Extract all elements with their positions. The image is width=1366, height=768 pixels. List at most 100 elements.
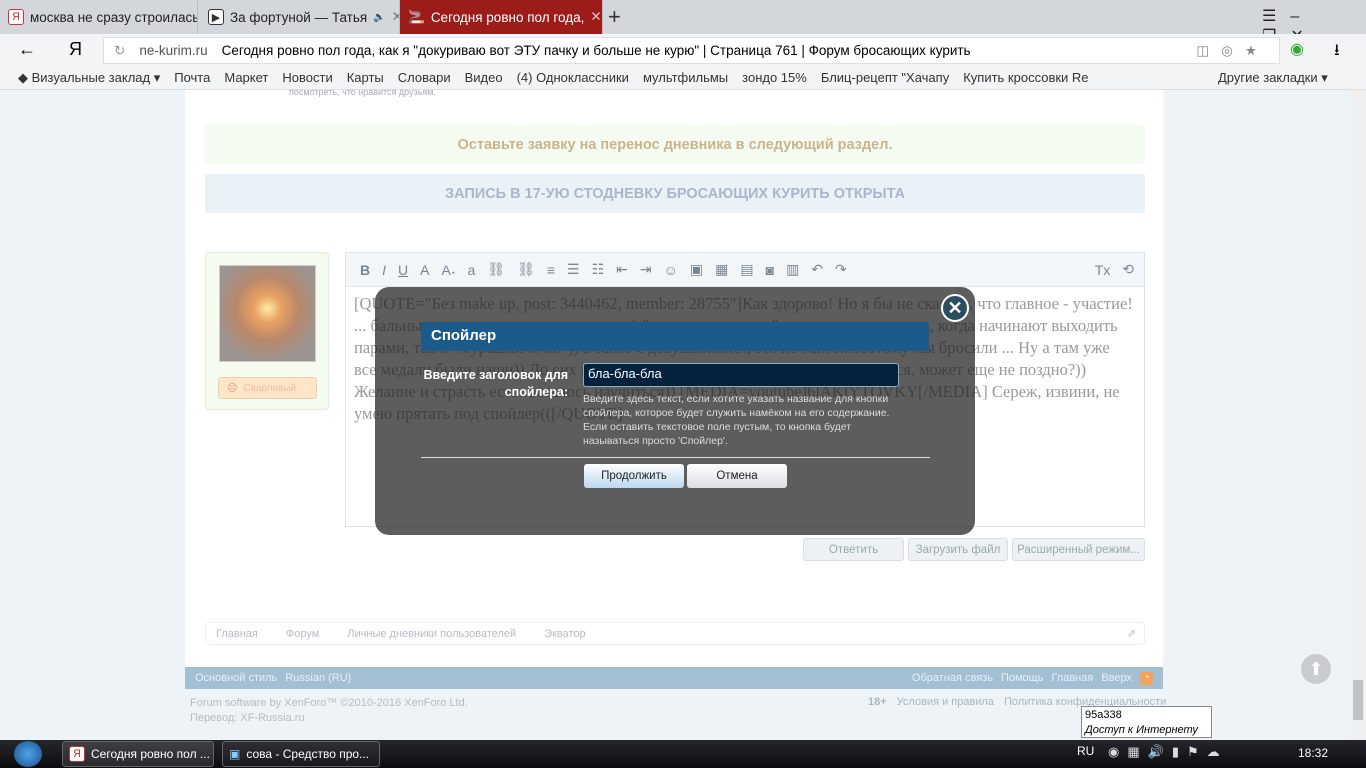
camera-icon[interactable]: ◙ — [766, 262, 774, 278]
star-icon[interactable]: ◫◎★ — [1196, 43, 1269, 59]
link-icon[interactable]: ⛓ — [487, 261, 505, 278]
bookmark[interactable]: (4) Одноклассники — [517, 70, 629, 85]
toggle-bbcode-icon[interactable]: ⟲ — [1122, 261, 1134, 278]
tab-label: Сегодня ровно пол года, — [430, 9, 585, 25]
rss-icon[interactable]: ◔ — [1140, 671, 1153, 685]
notice-signup[interactable]: ЗАПИСЬ В 17-УЮ СТОДНЕВКУ БРОСАЮЩИХ КУРИТ… — [205, 174, 1145, 213]
footer-link[interactable]: Главная — [1051, 672, 1093, 684]
network-tooltip: 95a338 Доступ к Интернету — [1081, 706, 1212, 738]
tab-moskva[interactable]: Ямосква не сразу строилась — [0, 0, 198, 34]
align-icon[interactable]: ≡ — [547, 262, 555, 278]
notice-transfer[interactable]: Оставьте заявку на перенос дневника в сл… — [205, 125, 1145, 164]
clear-format-icon[interactable]: Tx — [1095, 262, 1111, 278]
bookmark[interactable]: Словари — [398, 70, 451, 85]
bookmark[interactable]: ◆ Визуальные заклад ▾ — [18, 70, 160, 86]
close-icon[interactable]: ✕ — [941, 294, 969, 322]
language-chooser[interactable]: Russian (RU) — [285, 672, 351, 684]
tab-label: москва не сразу строилась — [30, 9, 198, 25]
breadcrumb-item[interactable]: Экватор — [544, 628, 585, 640]
back-icon[interactable]: ← — [18, 39, 36, 60]
protect-icon[interactable]: ◉ — [1290, 39, 1304, 59]
bookmark[interactable]: Блиц-рецепт "Хачапу — [821, 70, 949, 85]
breadcrumb: Главная Форум Личные дневники пользовате… — [205, 622, 1145, 645]
font-family-icon[interactable]: a — [467, 262, 475, 278]
reply-button[interactable]: Ответить — [803, 538, 904, 561]
media-icon[interactable]: ▦ — [715, 261, 728, 278]
fragment-text: посмотреть, что нравится друзьям. — [289, 87, 436, 97]
breadcrumb-item[interactable]: Форум — [286, 628, 319, 640]
bookmark[interactable]: Карты — [347, 70, 384, 85]
bookmarks-bar: ◆ Визуальные заклад ▾ Почта Маркет Новос… — [0, 66, 1366, 90]
tab-active[interactable]: 🚬 Сегодня ровно пол года, ✕ — [400, 0, 603, 34]
language-indicator[interactable]: RU — [1077, 744, 1094, 758]
smiley-icon[interactable]: ☺ — [664, 262, 678, 278]
font-size-icon[interactable]: A˖ — [441, 262, 455, 278]
redo-icon[interactable]: ↷ — [835, 261, 847, 278]
numbering-icon[interactable]: ☷ — [592, 261, 605, 278]
taskbar-item-snipping[interactable]: ▣ сова - Средство про... — [222, 741, 380, 767]
footer-bar: Основной стиль Russian (RU) Обратная свя… — [185, 667, 1163, 689]
close-tab-icon[interactable]: ✕ — [590, 9, 601, 25]
continue-button[interactable]: Продолжить — [584, 464, 684, 488]
terms-link[interactable]: Условия и правила — [897, 696, 994, 708]
snipping-tool-icon: ▣ — [229, 747, 241, 761]
breadcrumb-item[interactable]: Личные дневники пользователей — [347, 628, 516, 640]
address-bar[interactable]: ↻ ne-kurim.ru Сегодня ровно пол года, ка… — [103, 37, 1280, 64]
style-chooser[interactable]: Основной стиль — [195, 672, 277, 684]
unlink-icon[interactable]: ⛓ — [517, 261, 535, 278]
bullets-icon[interactable]: ☰ — [567, 261, 580, 278]
user-info: ☹ Сварливый — [205, 252, 329, 410]
download-icon[interactable]: ⭳ — [1334, 39, 1340, 66]
bookmark[interactable]: зондо 15% — [742, 70, 807, 85]
new-tab-button[interactable]: + — [608, 4, 621, 30]
italic-icon[interactable]: I — [382, 262, 386, 278]
avatar[interactable] — [219, 265, 316, 362]
editor-text[interactable]: [QUOTE="Без make up, post: 3440462, memb… — [346, 287, 1144, 431]
page-title: Сегодня ровно пол года, как я "докуриваю… — [221, 43, 971, 58]
scroll-top-icon[interactable]: ⬆ — [1301, 654, 1331, 684]
play-icon: ▶ — [208, 9, 224, 25]
outdent-icon[interactable]: ⇤ — [616, 261, 628, 278]
clock[interactable]: 18:32 — [1298, 746, 1328, 760]
cancel-button[interactable]: Отмена — [687, 464, 787, 488]
spoiler-title-input[interactable]: бла-бла-бла — [583, 363, 899, 387]
footer-link[interactable]: Обратная связь — [912, 672, 993, 684]
indent-icon[interactable]: ⇥ — [640, 261, 652, 278]
bookmark[interactable]: Видео — [465, 70, 503, 85]
footer-link[interactable]: Помощь — [1001, 672, 1044, 684]
bookmark[interactable]: Новости — [282, 70, 332, 85]
yandex-logo[interactable]: Я — [69, 39, 82, 60]
save-icon[interactable]: ▥ — [786, 261, 799, 278]
bookmark[interactable]: мультфильмы — [643, 70, 728, 85]
bookmark[interactable]: Маркет — [224, 70, 268, 85]
other-bookmarks[interactable]: Другие закладки ▾ — [1218, 70, 1328, 86]
scrollbar[interactable] — [1350, 90, 1366, 740]
angry-face-icon: ☹ — [227, 382, 238, 394]
advanced-mode-button[interactable]: Расширенный режим... — [1012, 538, 1145, 561]
reload-icon[interactable]: ↻ — [114, 43, 125, 59]
yandex-icon: Я — [69, 746, 85, 762]
speaker-icon[interactable]: 🔈 — [373, 12, 385, 23]
breadcrumb-item[interactable]: Главная — [216, 628, 258, 640]
tab-fortuna[interactable]: ▶ За фортуной — Татья 🔈 ✕ — [200, 0, 400, 34]
tray-icons[interactable]: ◉▦🔊▮⚑☁ — [1108, 744, 1228, 760]
taskbar-item-browser[interactable]: Я Сегодня ровно пол ... — [62, 741, 214, 767]
image-icon[interactable]: ▣ — [690, 261, 703, 278]
underline-icon[interactable]: U — [398, 262, 408, 278]
footer-link[interactable]: Вверх — [1101, 672, 1132, 684]
undo-icon[interactable]: ↶ — [811, 261, 823, 278]
quote-icon[interactable]: ▤ — [740, 261, 753, 278]
font-color-icon[interactable]: A — [420, 262, 429, 278]
bookmark[interactable]: Почта — [174, 70, 210, 85]
jump-icon[interactable]: ⇗ — [1127, 627, 1136, 640]
start-button[interactable] — [14, 741, 42, 767]
yandex-icon: Я — [8, 9, 24, 25]
close-tab-icon[interactable]: ✕ — [392, 9, 399, 25]
tab-bar: Ямосква не сразу строилась ▶ За фортуной … — [0, 0, 1366, 45]
copyright: Forum software by XenForo™ ©2010-2016 Xe… — [190, 697, 468, 724]
upload-button[interactable]: Загрузить файл — [908, 538, 1008, 561]
bookmark[interactable]: Купить кроссовки Re — [963, 70, 1088, 85]
tab-label: За фортуной — Татья — [230, 9, 368, 25]
mood-badge: ☹ Сварливый — [218, 377, 317, 399]
bold-icon[interactable]: B — [360, 262, 370, 278]
